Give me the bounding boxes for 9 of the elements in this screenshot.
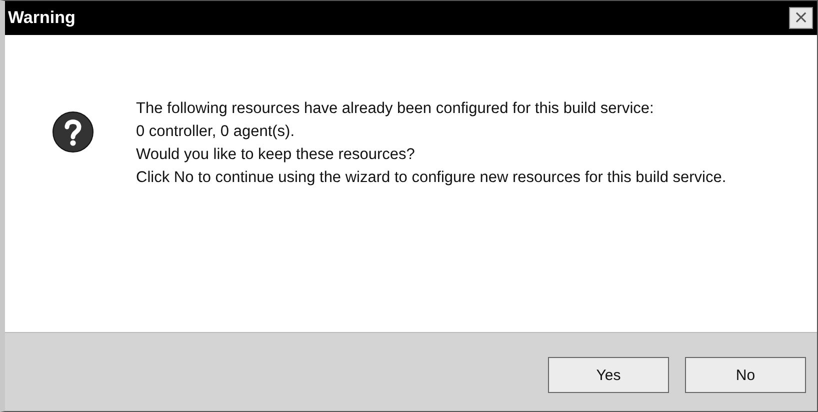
window-title: Warning (8, 8, 76, 28)
question-icon (52, 111, 94, 153)
message-line: Click No to continue using the wizard to configure new resources for this build service. (136, 168, 728, 188)
yes-button[interactable]: Yes (548, 357, 669, 393)
message-line: 0 controller, 0 agent(s). (136, 122, 296, 142)
no-button[interactable]: No (685, 357, 806, 393)
message-line: The following resources have already been configured for this build service: (136, 99, 655, 119)
close-button[interactable]: × (789, 7, 813, 29)
message-line: Would you like to keep these resources? (136, 145, 416, 165)
